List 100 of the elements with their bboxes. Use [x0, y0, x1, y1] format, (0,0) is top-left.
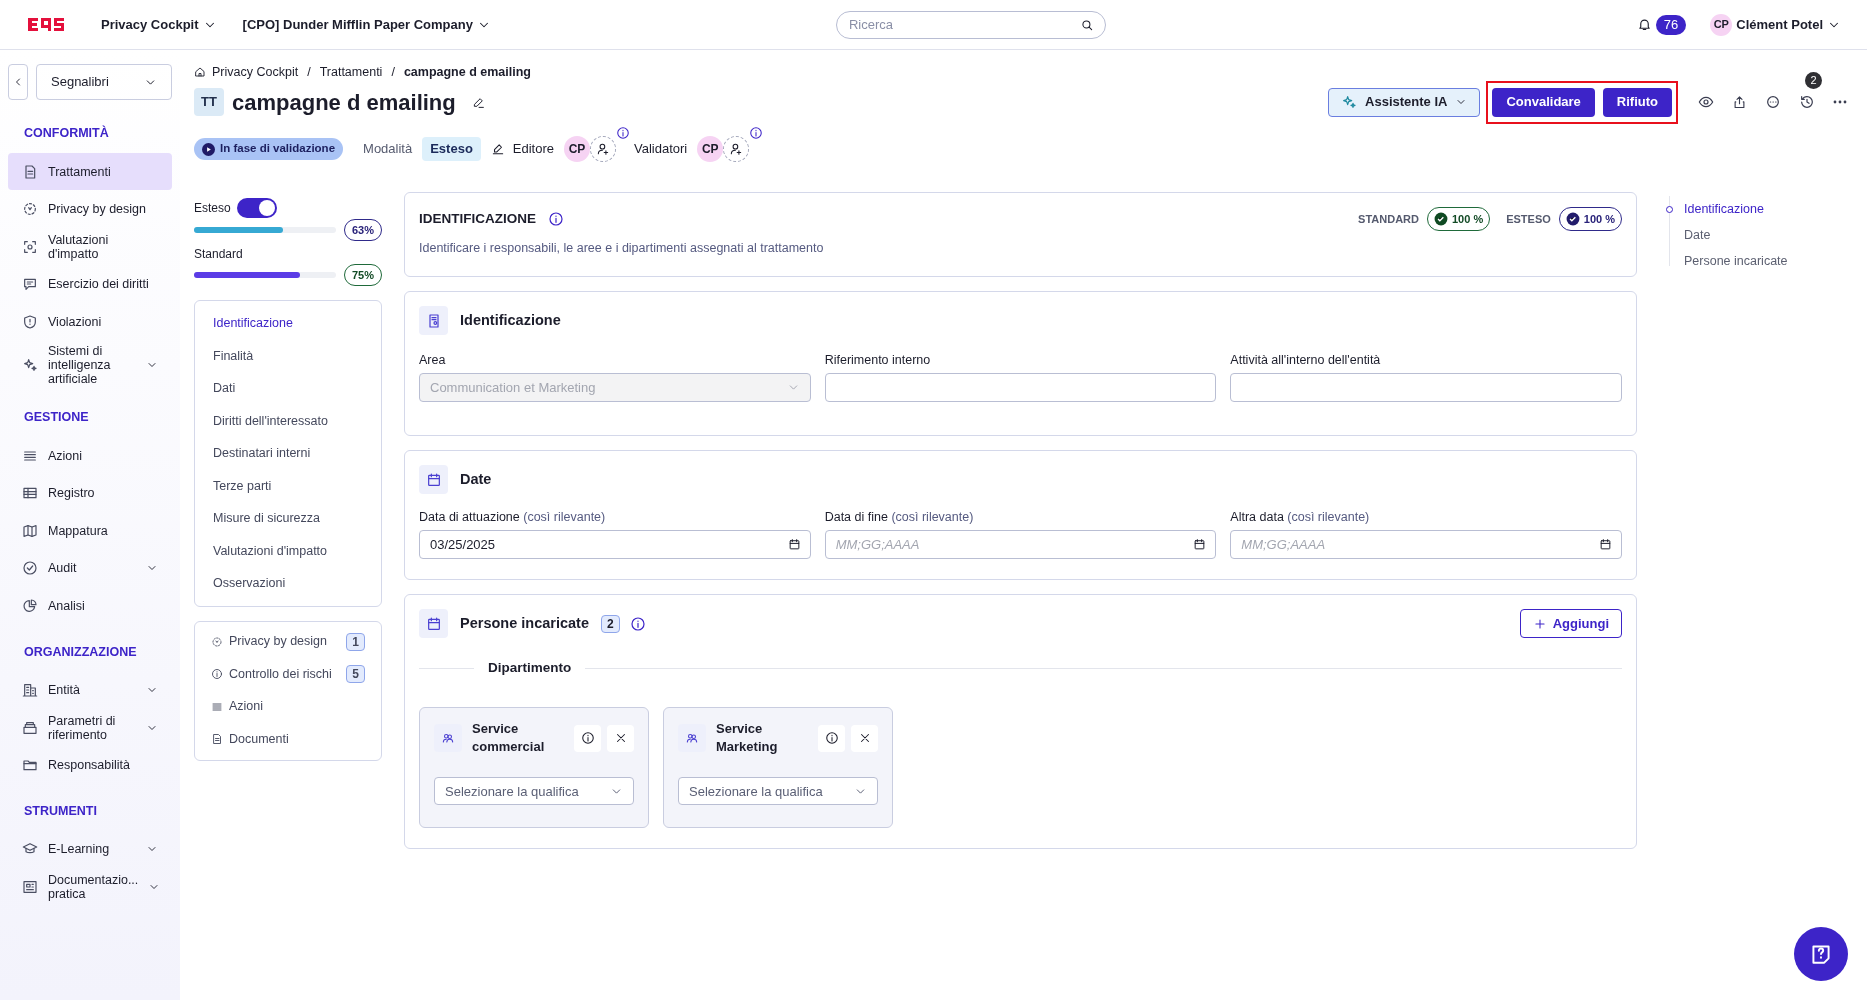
breadcrumb-link[interactable]: campagne d emailing — [403, 62, 531, 82]
document-icon — [211, 733, 223, 746]
scan-icon — [22, 238, 38, 255]
more-button[interactable] — [1833, 100, 1847, 104]
sidebar-item[interactable]: Mappatura — [8, 512, 172, 550]
notification-count[interactable]: 76 — [1655, 14, 1687, 35]
company-dropdown[interactable]: [CPO] Dunder Mifflin Paper Company — [242, 14, 491, 35]
section-title: IDENTIFICAZIONE — [419, 209, 536, 228]
section-link[interactable]: Misure di sicurezza — [213, 502, 363, 535]
play-icon — [202, 142, 215, 156]
history-icon — [1799, 94, 1815, 110]
card-title: Date — [460, 469, 492, 489]
info-icon — [548, 211, 564, 227]
bookmarks-dropdown[interactable]: Segnalibri — [36, 64, 172, 100]
calendar-icon — [425, 471, 442, 488]
section-link[interactable]: Finalità — [213, 339, 363, 372]
reject-button[interactable]: Rifiuto — [1602, 87, 1672, 117]
page-nav-link[interactable]: Date — [1670, 222, 1788, 248]
sidebar-item[interactable]: Esercizio dei diritti — [8, 265, 172, 303]
validators-label: Validatori — [634, 140, 688, 159]
module-dropdown[interactable]: Privacy Cockpit — [101, 14, 217, 35]
sidebar-item[interactable]: Analisi — [8, 587, 172, 625]
date-field[interactable]: 03/25/2025 — [419, 530, 811, 559]
breadcrumb-separator: / — [307, 63, 311, 81]
date-field[interactable]: MM;GG;AAAA — [1230, 530, 1622, 559]
share-button[interactable] — [1732, 94, 1747, 110]
breadcrumb-link[interactable]: Trattamenti — [319, 62, 383, 82]
calendar-icon — [787, 538, 801, 551]
edit-title-button[interactable] — [471, 95, 485, 109]
sidebar-item[interactable]: E-Learning — [8, 830, 172, 868]
related-link[interactable]: Controllo dei rischi 5 — [211, 658, 365, 691]
date-field[interactable]: MM;GG;AAAA — [824, 530, 1217, 559]
map-icon — [22, 522, 38, 539]
mode-toggle[interactable] — [236, 198, 277, 218]
status-badge: In fase di validazione — [194, 138, 344, 160]
related-link[interactable]: Azioni — [211, 690, 365, 723]
user-avatar: CP — [1710, 13, 1733, 36]
section-link[interactable]: Identificazione — [213, 307, 363, 340]
sidebar-item[interactable]: Parametri di riferimento — [8, 708, 172, 747]
sidebar-section-title: CONFORMITÀ — [23, 124, 110, 142]
count-badge: 2 — [600, 614, 620, 633]
related-link[interactable]: Documenti — [211, 723, 365, 756]
section-link[interactable]: Diritti dell'interessato — [213, 404, 363, 437]
user-menu[interactable]: CP Clément Potel — [1710, 13, 1841, 36]
sidebar-item[interactable]: Trattamenti — [8, 152, 172, 191]
share-icon — [1732, 94, 1747, 110]
related-link[interactable]: Privacy by design 1 — [211, 625, 365, 658]
comments-button[interactable] — [1765, 94, 1781, 110]
section-link[interactable]: Terze parti — [213, 469, 363, 502]
history-button[interactable] — [1799, 94, 1815, 110]
sidebar-section-title: ORGANIZZAZIONE — [23, 643, 138, 661]
sidebar-item[interactable]: Responsabilità — [8, 746, 172, 784]
sidebar-item[interactable]: Sistemi di intelligenza artificiale — [8, 340, 172, 391]
breadcrumb-link[interactable]: Privacy Cockpit — [212, 62, 299, 82]
field-label: Data di fine (così rilevante) — [824, 509, 975, 524]
sidebar-section-title: GESTIONE — [23, 409, 90, 427]
section-link[interactable]: Valutazioni d'impatto — [213, 534, 363, 567]
dashed-circle-icon — [211, 635, 223, 648]
check-circle-icon — [22, 560, 38, 577]
calendar-icon — [1193, 538, 1207, 551]
qualification-select[interactable]: Selezionare la qualifica — [434, 777, 634, 806]
group-title: Dipartimento — [487, 659, 573, 677]
input-field[interactable] — [824, 373, 1217, 402]
sidebar-section-title: STRUMENTI — [23, 802, 98, 820]
input-field[interactable] — [1230, 373, 1622, 402]
sidebar-item[interactable]: Violazioni — [8, 302, 172, 341]
score-label: ESTESO — [1506, 211, 1551, 227]
search-field[interactable]: Ricerca — [835, 10, 1106, 39]
info-button[interactable] — [574, 724, 601, 752]
info-button[interactable] — [818, 724, 845, 752]
folder-icon — [22, 757, 38, 773]
validate-button[interactable]: Convalidare — [1492, 87, 1595, 117]
add-button[interactable]: Aggiungi — [1519, 609, 1622, 638]
section-link[interactable]: Destinatari interni — [213, 437, 363, 470]
editor-label: Editore — [512, 140, 555, 159]
sidebar-item[interactable]: Documentazio... pratica — [8, 868, 172, 906]
sidebar-item[interactable]: Registro — [8, 474, 172, 512]
pie-chart-icon — [22, 597, 38, 614]
check-icon — [1565, 212, 1580, 226]
ai-assistant-button[interactable]: Assistente IA — [1328, 87, 1481, 117]
section-link[interactable]: Osservazioni — [213, 567, 363, 600]
mode-label: Modalità — [363, 140, 413, 159]
field-label: Altra data (così rilevante) — [1230, 509, 1371, 524]
calendar-icon — [1599, 538, 1612, 551]
qualification-select[interactable]: Selezionare la qualifica — [678, 777, 878, 806]
sidebar-item[interactable]: Valutazioni d'impatto — [8, 227, 172, 266]
sidebar-item[interactable]: Privacy by design — [8, 190, 172, 228]
sidebar-item[interactable]: Audit — [8, 549, 172, 587]
plus-icon — [1532, 616, 1547, 631]
page-nav-link[interactable]: Persone incaricate — [1670, 248, 1788, 274]
dashed-circle-icon — [22, 201, 38, 217]
sidebar-item[interactable]: Azioni — [8, 437, 172, 475]
info-icon — [824, 731, 839, 746]
people-icon — [441, 731, 455, 746]
sparkles-icon — [1341, 94, 1358, 110]
sidebar-item[interactable]: Entità — [8, 671, 172, 709]
preview-button[interactable] — [1698, 94, 1714, 110]
help-button[interactable] — [1794, 927, 1848, 981]
card-title: Persone incaricate — [460, 613, 589, 633]
section-link[interactable]: Dati — [213, 372, 363, 405]
